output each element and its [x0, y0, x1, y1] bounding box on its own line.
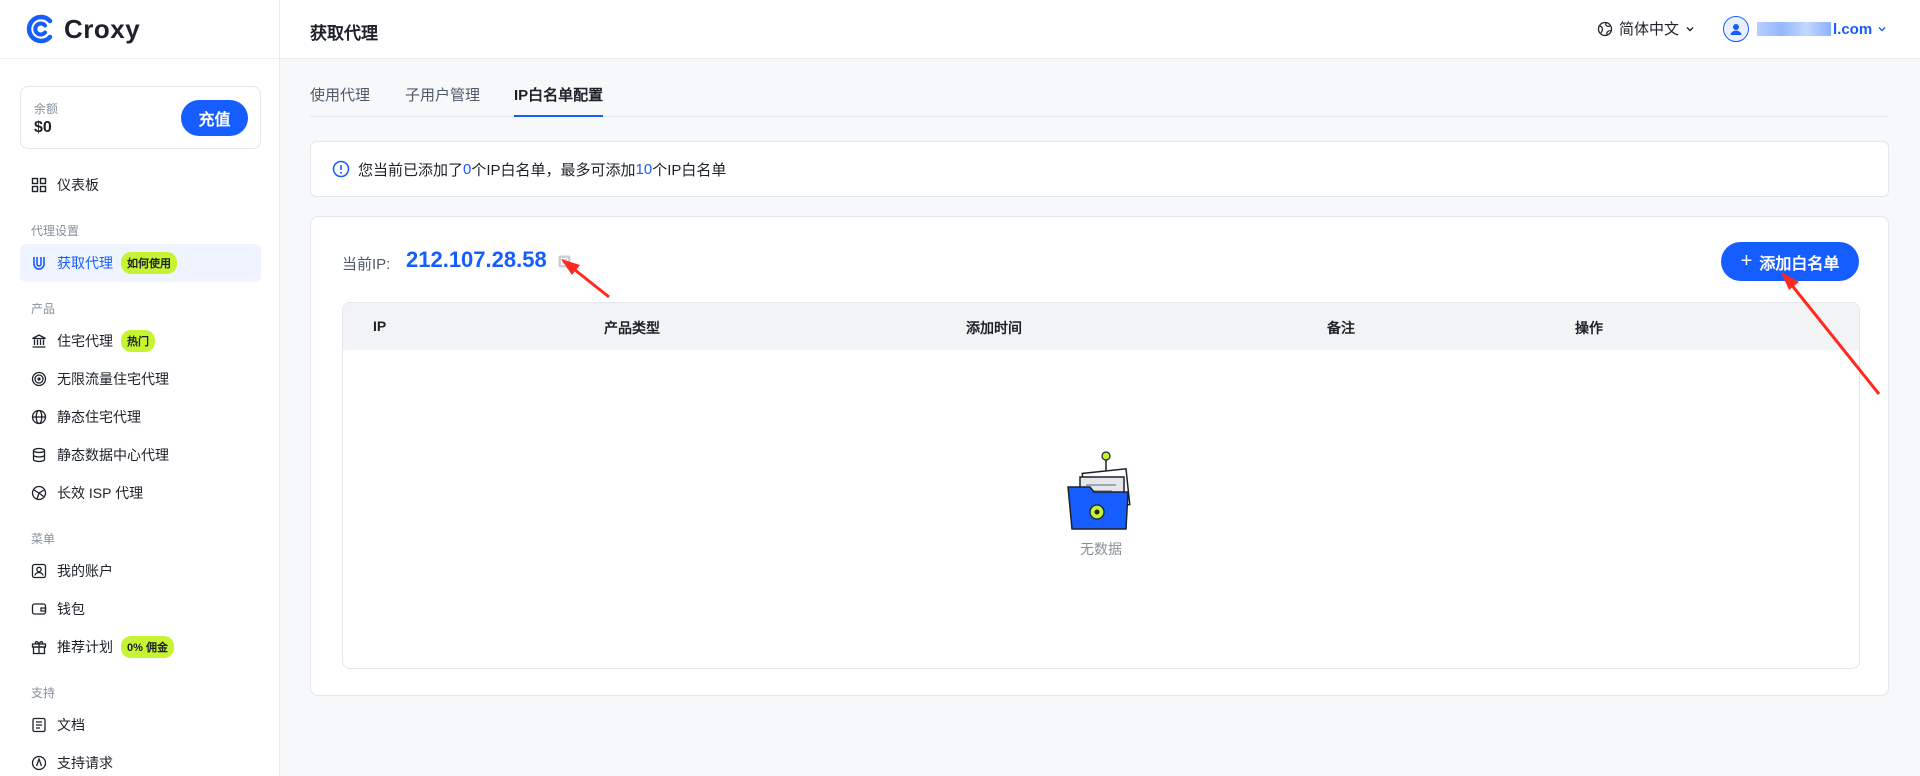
sidebar-item-label: 住宅代理	[57, 333, 113, 349]
sidebar-item-label: 静态数据中心代理	[57, 447, 169, 463]
section-label-proxy-settings: 代理设置	[31, 224, 80, 238]
sidebar-item-docs[interactable]: 文档	[20, 706, 261, 744]
sidebar-item-label: 仪表板	[57, 177, 99, 193]
chevron-down-icon	[1878, 27, 1886, 32]
table-header: IP 产品类型 添加时间 备注 操作	[343, 303, 1859, 350]
current-ip-value: 212.107.28.58	[406, 247, 547, 272]
gift-icon	[30, 638, 48, 656]
info-icon	[332, 160, 350, 178]
empty-folder-icon	[1067, 451, 1131, 530]
sidebar-item-label: 文档	[57, 717, 85, 733]
column-header-remark: 备注	[1327, 320, 1355, 336]
user-email: l.com	[1833, 20, 1873, 38]
sidebar-item-label: 长效 ISP 代理	[57, 485, 144, 501]
section-label-menu: 菜单	[31, 532, 56, 546]
whitelist-max: 10	[635, 160, 653, 178]
sidebar-item-isp-proxy[interactable]: 长效 ISP 代理	[20, 474, 261, 512]
support-icon	[30, 754, 48, 772]
plus-icon: +	[1740, 250, 1753, 272]
document-icon	[30, 716, 48, 734]
whitelist-notice: 您当前已添加了 0 个IP白名单，最多可添加 10 个IP白名单	[310, 141, 1889, 197]
copy-icon[interactable]	[558, 255, 571, 268]
column-header-added-time: 添加时间	[966, 320, 1022, 336]
magnet-icon	[30, 254, 48, 272]
avatar-icon	[1723, 16, 1749, 42]
tab-sub-user-management[interactable]: 子用户管理	[405, 84, 480, 117]
chevron-down-icon	[1686, 26, 1694, 31]
logo[interactable]: Croxy	[0, 0, 279, 59]
bank-icon	[30, 332, 48, 350]
sidebar-item-my-account[interactable]: 我的账户	[20, 552, 261, 590]
sidebar-item-wallet[interactable]: 钱包	[20, 590, 261, 628]
database-icon	[30, 446, 48, 464]
column-header-product-type: 产品类型	[604, 320, 660, 336]
top-header: 获取代理 简体中文 l.com	[280, 0, 1920, 59]
language-label: 简体中文	[1619, 21, 1680, 38]
column-header-ip: IP	[373, 318, 387, 334]
sidebar-item-label: 静态住宅代理	[57, 409, 141, 425]
croxy-logo-icon	[26, 14, 53, 44]
tab-use-proxy[interactable]: 使用代理	[310, 84, 370, 117]
tab-bar: 使用代理 子用户管理 IP白名单配置	[310, 80, 1889, 117]
add-whitelist-button[interactable]: + 添加白名单	[1721, 242, 1859, 281]
notice-text-middle: 个IP白名单，最多可添加	[471, 161, 636, 179]
balance-card: 余额 $0 充值	[20, 86, 261, 149]
sidebar-item-support-request[interactable]: 支持请求	[20, 744, 261, 776]
brand-name: Croxy	[64, 13, 141, 44]
language-selector[interactable]: 简体中文	[1597, 18, 1702, 39]
sidebar-item-get-proxy[interactable]: 获取代理 如何使用	[20, 244, 261, 282]
column-header-actions: 操作	[1575, 320, 1603, 336]
sidebar-item-unlimited-residential[interactable]: 无限流量住宅代理	[20, 360, 261, 398]
add-whitelist-label: 添加白名单	[1759, 255, 1840, 273]
user-menu[interactable]: l.com	[1723, 16, 1888, 42]
dashboard-icon	[30, 176, 48, 194]
empty-state: 无数据	[343, 451, 1859, 559]
whitelist-card: 当前IP: 212.107.28.58 + 添加白名单 IP 产品类型 添加时间…	[310, 216, 1889, 696]
email-redacted	[1757, 22, 1831, 36]
target-icon	[30, 370, 48, 388]
sidebar-item-label: 无限流量住宅代理	[57, 371, 169, 387]
commission-badge: 0% 佣金	[121, 636, 174, 658]
notice-text-prefix: 您当前已添加了	[358, 161, 464, 179]
user-card-icon	[30, 562, 48, 580]
network-icon	[30, 484, 48, 502]
section-label-products: 产品	[31, 302, 56, 316]
wallet-icon	[30, 600, 48, 618]
sidebar-item-referral[interactable]: 推荐计划 0% 佣金	[20, 628, 261, 666]
sidebar-item-label: 我的账户	[57, 563, 113, 579]
recharge-button[interactable]: 充值	[181, 100, 248, 136]
whitelist-table: IP 产品类型 添加时间 备注 操作 无数据	[342, 302, 1860, 669]
sidebar-item-label: 推荐计划	[57, 639, 113, 655]
page-title: 获取代理	[310, 24, 378, 43]
tab-ip-whitelist[interactable]: IP白名单配置	[514, 84, 604, 117]
sidebar: Croxy 余额 $0 充值 仪表板 代理设置 获取代理 如何使用 产品 住宅代…	[0, 0, 280, 776]
whitelist-count: 0	[463, 160, 472, 178]
sidebar-item-static-residential[interactable]: 静态住宅代理	[20, 398, 261, 436]
sidebar-item-label: 获取代理	[57, 255, 113, 271]
balance-label: 余额	[34, 102, 59, 116]
balance-value: $0	[34, 119, 52, 136]
sidebar-item-label: 支持请求	[57, 755, 113, 771]
current-ip-label: 当前IP:	[342, 256, 391, 273]
sidebar-item-static-datacenter[interactable]: 静态数据中心代理	[20, 436, 261, 474]
sidebar-item-label: 钱包	[57, 601, 85, 617]
how-to-use-badge[interactable]: 如何使用	[121, 252, 177, 274]
empty-text: 无数据	[1080, 541, 1122, 557]
notice-text-suffix: 个IP白名单	[652, 161, 727, 179]
sidebar-item-dashboard[interactable]: 仪表板	[20, 166, 261, 204]
hot-badge: 热门	[121, 330, 155, 352]
globe-icon	[30, 408, 48, 426]
section-label-support: 支持	[31, 686, 56, 700]
language-icon	[1597, 21, 1613, 36]
sidebar-item-residential-proxy[interactable]: 住宅代理 热门	[20, 322, 261, 360]
